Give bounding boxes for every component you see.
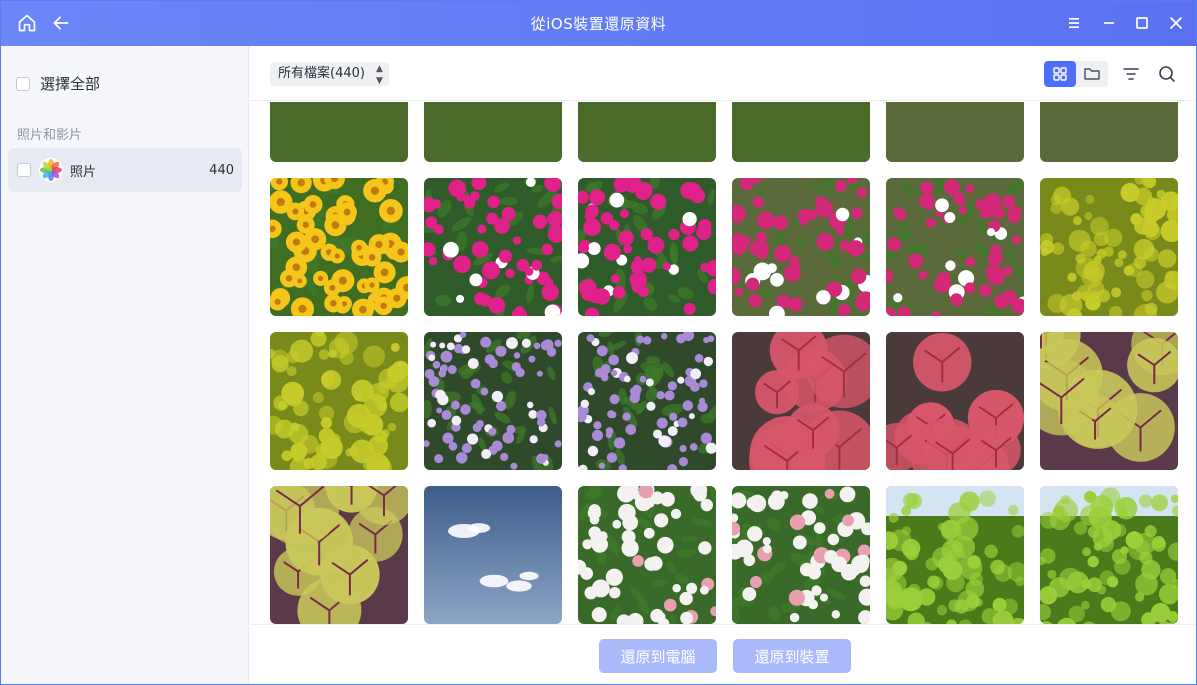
photo-thumbnail[interactable] (1040, 102, 1178, 162)
app-window: 從iOS裝置還原資料 選擇全部 照片和影片 照片 440 所有檔案(440) ▲… (0, 0, 1197, 685)
photo-thumbnail[interactable] (732, 178, 870, 316)
photo-image (424, 178, 562, 316)
photo-image (1040, 178, 1178, 316)
photo-thumbnail[interactable] (578, 102, 716, 162)
menu-button[interactable] (1062, 11, 1086, 35)
photo-image (270, 486, 408, 624)
grid-view-icon (1053, 67, 1067, 81)
grid-view-button[interactable] (1044, 61, 1076, 87)
photo-thumbnail[interactable] (886, 332, 1024, 470)
photo-thumbnail[interactable] (578, 332, 716, 470)
filter-icon (1123, 68, 1139, 80)
close-button[interactable] (1164, 11, 1188, 35)
close-icon (1170, 17, 1182, 29)
photo-thumbnail[interactable] (270, 178, 408, 316)
photo-thumbnail[interactable] (886, 486, 1024, 624)
photo-thumbnail[interactable] (424, 178, 562, 316)
select-all[interactable]: 選擇全部 (16, 73, 100, 94)
folder-view-icon (1084, 68, 1100, 80)
photo-image (732, 486, 870, 624)
photo-image (270, 178, 408, 316)
photo-thumbnail[interactable] (270, 332, 408, 470)
photo-image (578, 178, 716, 316)
select-arrows-icon: ▲ ▼ (376, 64, 383, 86)
photo-thumbnail[interactable] (424, 332, 562, 470)
photo-image (578, 102, 716, 162)
minimize-button[interactable] (1097, 11, 1121, 35)
sidebar: 選擇全部 照片和影片 照片 440 (1, 46, 249, 684)
photo-thumbnail[interactable] (270, 486, 408, 624)
restore-to-device-button[interactable]: 還原到裝置 (733, 639, 851, 673)
photo-image (424, 486, 562, 624)
photo-thumbnail[interactable] (424, 102, 562, 162)
photo-image (732, 102, 870, 162)
photo-image (270, 332, 408, 470)
photo-image (424, 332, 562, 470)
photo-grid-area (250, 102, 1196, 624)
maximize-icon (1136, 17, 1148, 29)
title-bar: 從iOS裝置還原資料 (1, 1, 1196, 46)
select-all-checkbox[interactable] (16, 76, 30, 91)
maximize-button[interactable] (1130, 11, 1154, 35)
photo-image (732, 178, 870, 316)
search-button[interactable] (1157, 64, 1177, 84)
category-count: 440 (209, 162, 234, 178)
toolbar: 所有檔案(440) ▲ ▼ (250, 46, 1196, 101)
photo-image (1040, 332, 1178, 470)
photo-thumbnail[interactable] (270, 102, 408, 162)
view-toggle (1044, 61, 1108, 87)
photo-thumbnail[interactable] (1040, 332, 1178, 470)
photos-app-icon (39, 158, 63, 182)
footer: 還原到電腦 還原到裝置 (250, 624, 1196, 684)
section-title: 照片和影片 (17, 128, 83, 143)
window-title: 從iOS裝置還原資料 (530, 15, 667, 33)
folder-view-button[interactable] (1076, 61, 1108, 87)
file-filter-select[interactable]: 所有檔案(440) ▲ ▼ (270, 62, 389, 86)
photo-image (424, 102, 562, 162)
photo-image (1040, 102, 1178, 162)
photo-thumbnail[interactable] (578, 178, 716, 316)
photo-thumbnail[interactable] (1040, 178, 1178, 316)
category-name: 照片 (70, 164, 97, 180)
photo-thumbnail[interactable] (578, 486, 716, 624)
photo-image (886, 102, 1024, 162)
photo-image (886, 486, 1024, 624)
file-filter-label: 所有檔案(440) (278, 66, 365, 81)
photo-image (886, 332, 1024, 470)
photo-thumbnail[interactable] (732, 486, 870, 624)
photo-image (270, 102, 408, 162)
photo-thumbnail[interactable] (1040, 486, 1178, 624)
photo-grid (270, 102, 1178, 624)
minimize-icon (1104, 22, 1114, 24)
photo-thumbnail[interactable] (886, 102, 1024, 162)
photo-thumbnail[interactable] (732, 102, 870, 162)
sidebar-item-photos[interactable]: 照片 440 (8, 148, 242, 192)
photo-thumbnail[interactable] (424, 486, 562, 624)
photo-image (1040, 486, 1178, 624)
photo-image (886, 178, 1024, 316)
photo-thumbnail[interactable] (886, 178, 1024, 316)
photo-image (578, 486, 716, 624)
photo-image (732, 332, 870, 470)
select-all-label: 選擇全部 (40, 75, 101, 93)
search-icon (1159, 66, 1175, 82)
filter-button[interactable] (1121, 64, 1141, 84)
restore-to-computer-button[interactable]: 還原到電腦 (599, 639, 717, 673)
photo-image (578, 332, 716, 470)
photos-checkbox[interactable] (17, 163, 31, 177)
photo-thumbnail[interactable] (732, 332, 870, 470)
menu-icon (1069, 18, 1079, 28)
